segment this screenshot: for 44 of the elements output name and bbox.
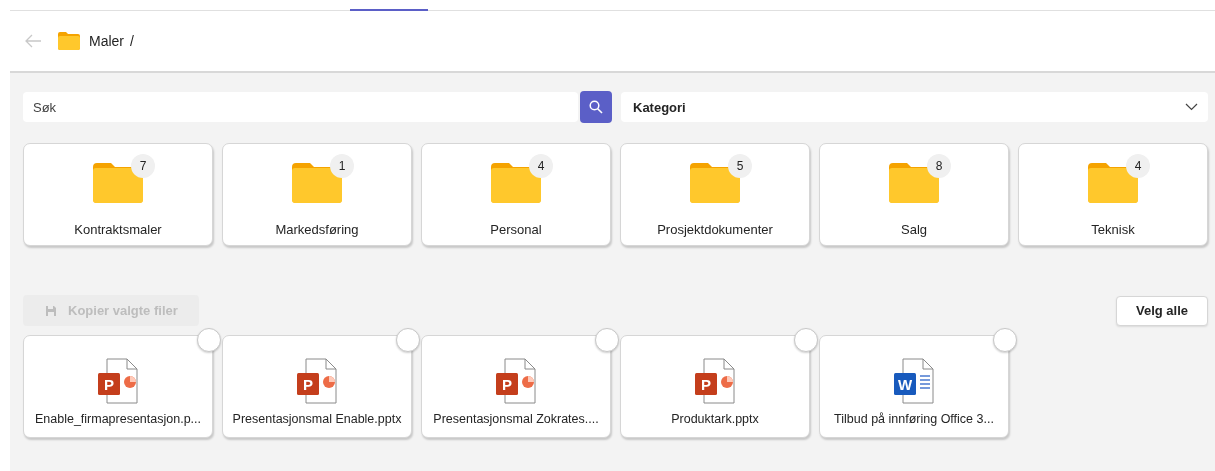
select-all-button[interactable]: Velg alle: [1116, 295, 1208, 326]
folder-card[interactable]: 4 Teknisk: [1018, 143, 1208, 246]
folder-card[interactable]: 7 Kontraktsmaler: [23, 143, 213, 246]
file-name: Enable_firmapresentasjon.p...: [34, 412, 202, 426]
folder-card[interactable]: 5 Prosjektdokumenter: [620, 143, 810, 246]
count-badge: 5: [728, 154, 752, 178]
folder-name: Personal: [490, 222, 542, 237]
folder-card[interactable]: 8 Salg: [819, 143, 1009, 246]
folder-icon: [58, 32, 80, 50]
count-badge: 4: [1126, 154, 1150, 178]
search-field[interactable]: Søk: [23, 92, 578, 122]
folder-card[interactable]: 4 Personal: [421, 143, 611, 246]
count-badge: 8: [927, 154, 951, 178]
file-name: Produktark.pptx: [671, 412, 759, 426]
select-checkbox[interactable]: [993, 328, 1017, 352]
count-badge: 4: [529, 154, 553, 178]
search-icon: [589, 100, 603, 114]
folder-name: Prosjektdokumenter: [657, 222, 773, 237]
file-card[interactable]: W Tilbud på innføring Office 3...: [819, 335, 1009, 438]
save-icon: [45, 304, 57, 317]
file-card[interactable]: P Produktark.pptx: [620, 335, 810, 438]
folder-name: Kontraktsmaler: [74, 222, 162, 237]
file-name: Presentasjonsmal Enable.pptx: [232, 412, 402, 426]
breadcrumb-separator: /: [130, 33, 134, 49]
folder-card[interactable]: 1 Markedsføring: [222, 143, 412, 246]
file-card[interactable]: P Enable_firmapresentasjon.p...: [23, 335, 213, 438]
search-button[interactable]: [580, 91, 612, 123]
breadcrumb-folder[interactable]: Maler: [89, 33, 124, 49]
select-checkbox[interactable]: [595, 328, 619, 352]
count-badge: 1: [330, 154, 354, 178]
category-dropdown[interactable]: Kategori: [621, 92, 1208, 122]
file-card[interactable]: P Presentasjonsmal Zokrates....: [421, 335, 611, 438]
folder-name: Markedsføring: [275, 222, 359, 237]
select-checkbox[interactable]: [794, 328, 818, 352]
folder-name: Salg: [901, 222, 927, 237]
file-name: Tilbud på innføring Office 3...: [834, 412, 994, 426]
select-checkbox[interactable]: [396, 328, 420, 352]
select-checkbox[interactable]: [197, 328, 221, 352]
file-name: Presentasjonsmal Zokrates....: [433, 412, 599, 426]
back-arrow-icon[interactable]: [24, 34, 42, 48]
folder-name: Teknisk: [1091, 222, 1135, 237]
chevron-down-icon: [1185, 103, 1198, 111]
file-card[interactable]: P Presentasjonsmal Enable.pptx: [222, 335, 412, 438]
count-badge: 7: [131, 154, 155, 178]
